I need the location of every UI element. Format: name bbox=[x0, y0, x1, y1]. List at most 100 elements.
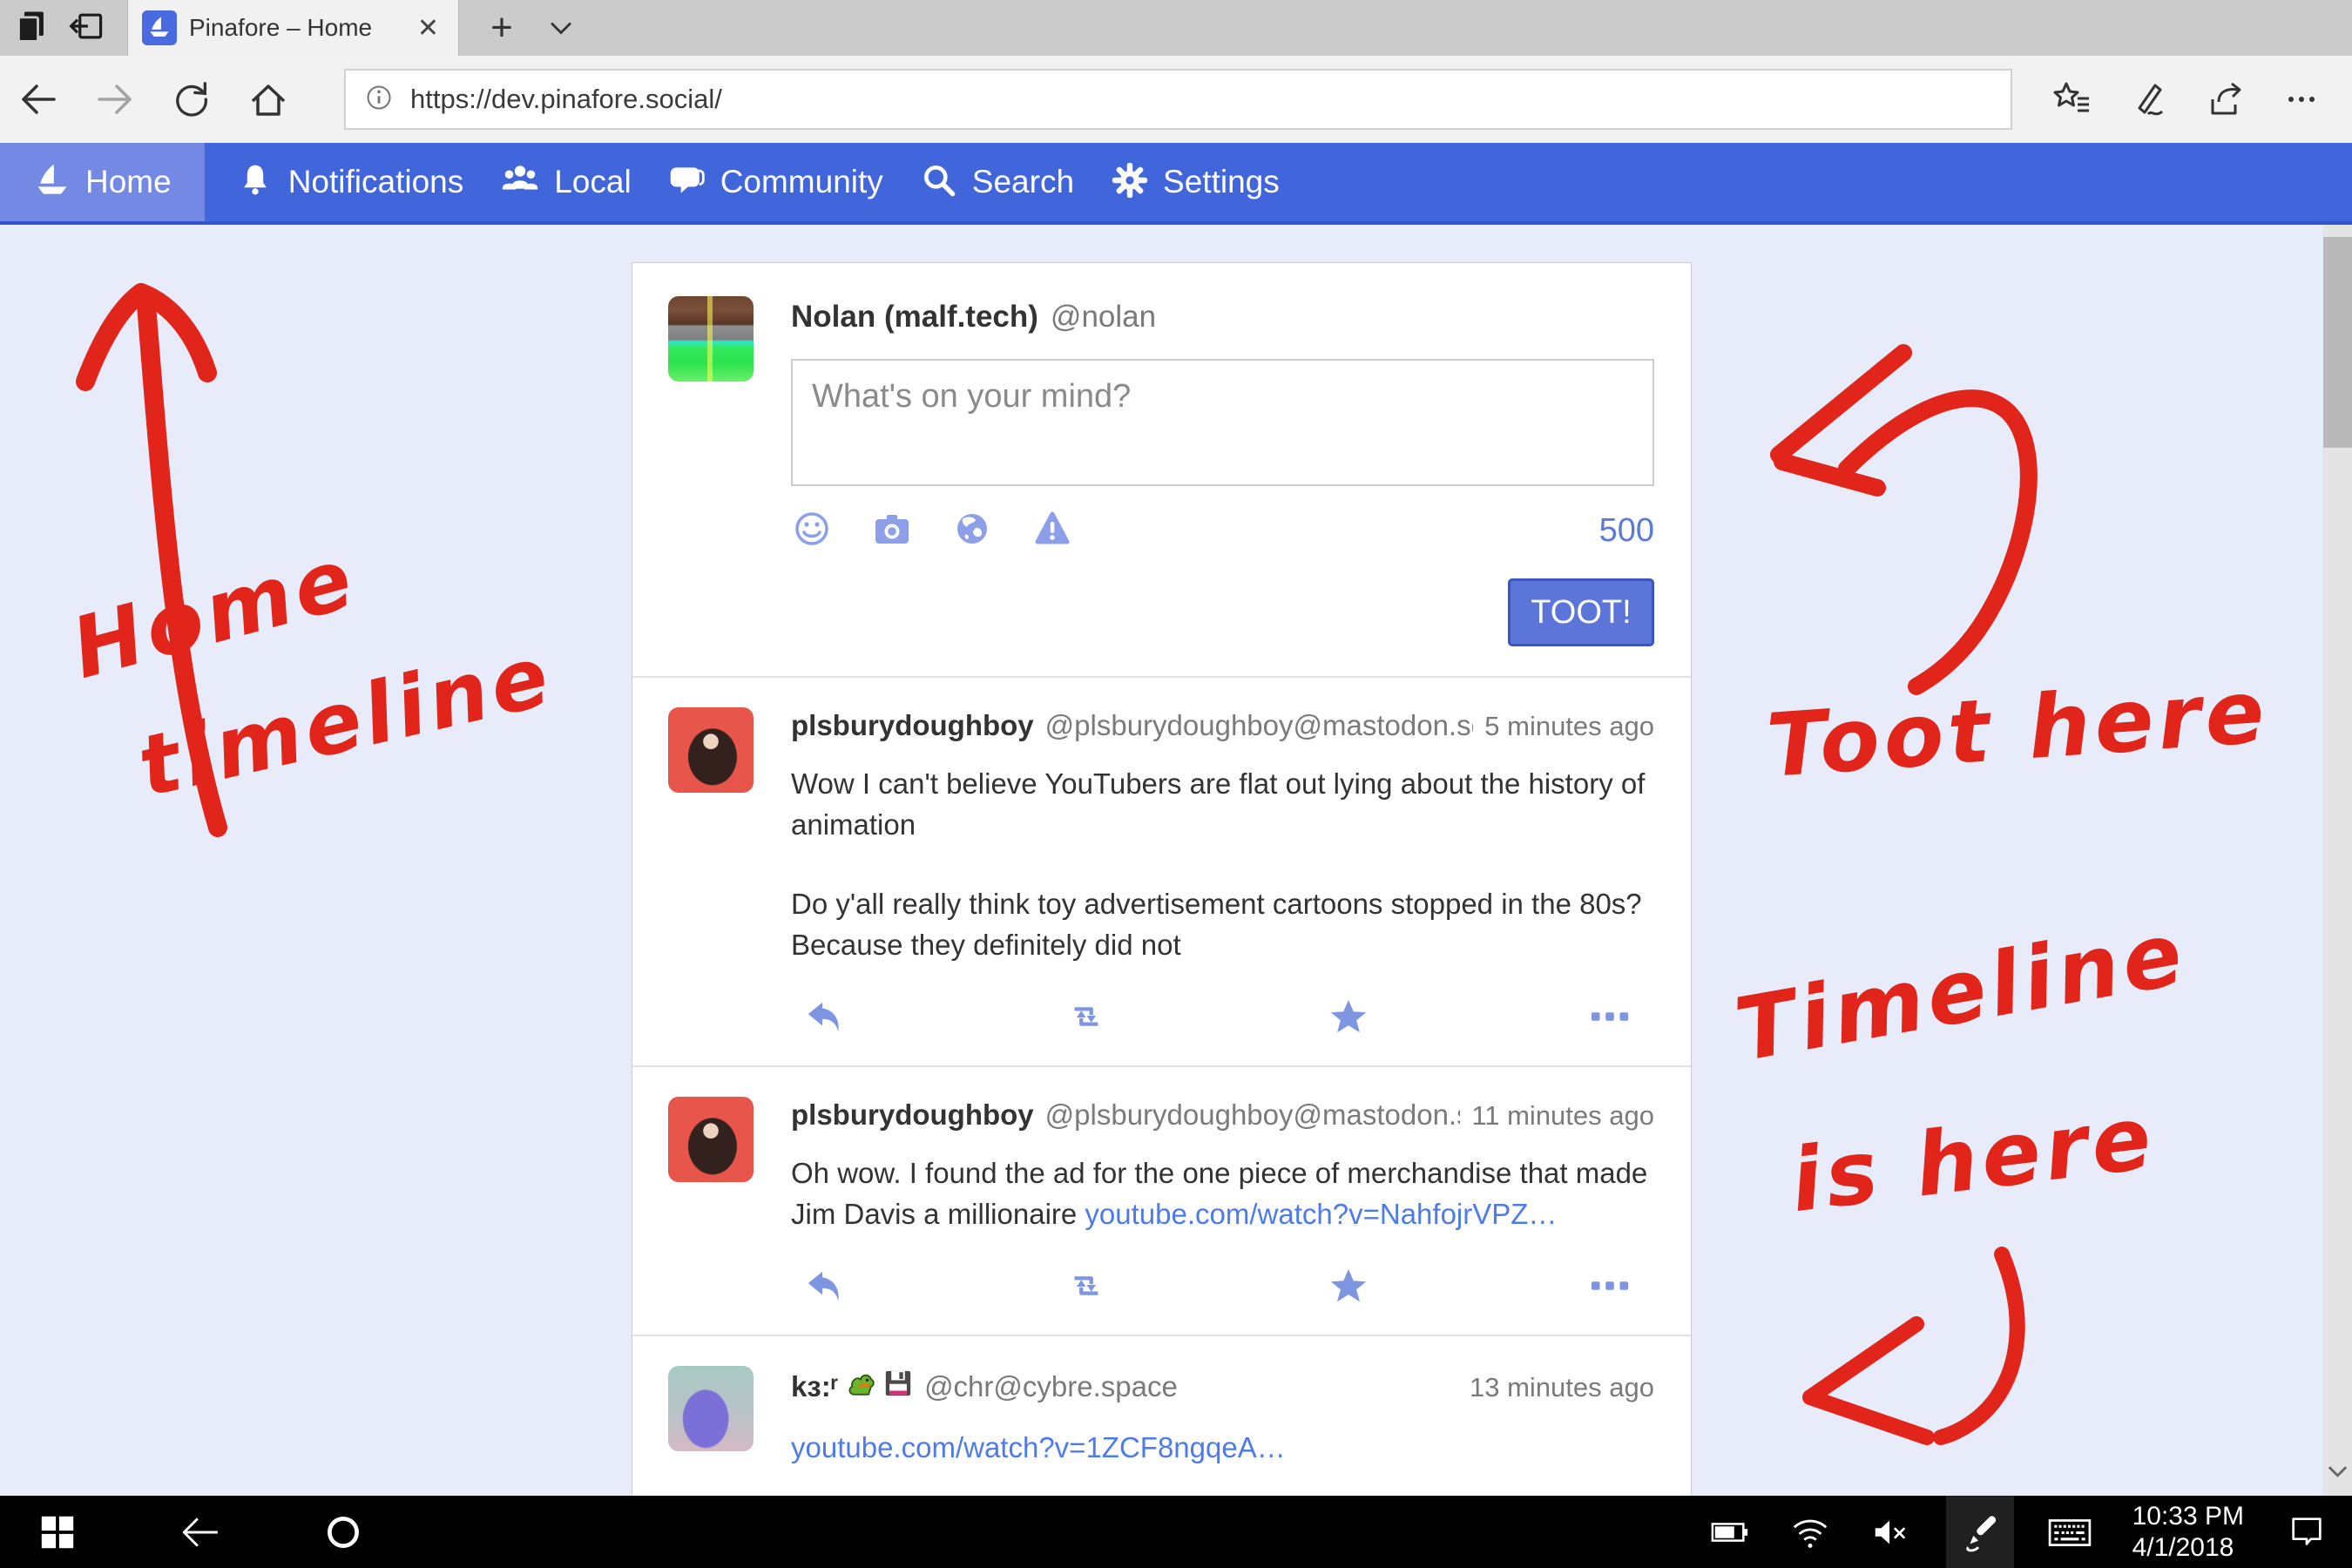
post-paragraph: Wow I can't believe YouTubers are flat o… bbox=[791, 763, 1654, 845]
post-content: Oh wow. I found the ad for the one piece… bbox=[791, 1152, 1654, 1234]
scrollbar-thumb[interactable] bbox=[2323, 237, 2352, 448]
globe-icon[interactable] bbox=[951, 508, 993, 554]
avatar[interactable] bbox=[668, 707, 754, 793]
set-aside-tabs-icon[interactable] bbox=[14, 7, 52, 50]
pinafore-nav: Home Notifications Local Community Searc… bbox=[0, 143, 2352, 225]
post-handle: @plsburydoughboy@mastodon.s… bbox=[1045, 1098, 1461, 1132]
char-counter: 500 bbox=[1599, 512, 1654, 550]
nav-label: Home bbox=[85, 164, 172, 200]
dragon-emoji bbox=[845, 1368, 876, 1406]
web-note-pen-icon[interactable] bbox=[2110, 56, 2186, 143]
compose-handle: @nolan bbox=[1051, 300, 1156, 335]
camera-icon[interactable] bbox=[871, 508, 913, 554]
clock-date: 4/1/2018 bbox=[2132, 1532, 2244, 1564]
tab-close-icon[interactable]: ✕ bbox=[412, 13, 444, 44]
reply-icon[interactable] bbox=[805, 997, 845, 1041]
post-timestamp[interactable]: 5 minutes ago bbox=[1484, 711, 1654, 742]
nav-item-settings[interactable]: Settings bbox=[1105, 143, 1285, 221]
taskbar-back-icon[interactable] bbox=[176, 1496, 225, 1568]
nav-label: Settings bbox=[1163, 164, 1280, 200]
content-warning-icon[interactable] bbox=[1031, 508, 1073, 554]
nav-label: Community bbox=[720, 164, 883, 200]
timeline-column: Nolan (malf.tech) @nolan bbox=[632, 262, 1692, 1496]
timeline-post: plsburydoughboy @plsburydoughboy@mastodo… bbox=[632, 676, 1691, 1065]
favorite-star-icon[interactable] bbox=[1328, 1266, 1369, 1310]
nav-item-local[interactable]: Local bbox=[495, 143, 636, 221]
home-icon[interactable] bbox=[230, 56, 307, 143]
post-paragraph: Oh wow. I found the ad for the one piece… bbox=[791, 1152, 1654, 1234]
nav-item-notifications[interactable]: Notifications bbox=[231, 143, 470, 221]
windows-ink-pen-icon[interactable] bbox=[1946, 1496, 2014, 1568]
timeline-page: Nolan (malf.tech) @nolan bbox=[0, 225, 2352, 1496]
site-info-icon[interactable] bbox=[362, 80, 396, 119]
nav-item-community[interactable]: Community bbox=[663, 143, 889, 221]
bell-icon bbox=[236, 161, 274, 204]
back-icon[interactable] bbox=[0, 56, 77, 143]
more-options-icon[interactable] bbox=[2263, 56, 2340, 143]
favorites-hub-icon[interactable] bbox=[2033, 56, 2110, 143]
post-display-name[interactable]: kз:ʳ bbox=[791, 1368, 913, 1406]
floppy-disk-emoji bbox=[883, 1369, 913, 1405]
post-handle: @chr@cybre.space bbox=[924, 1370, 1178, 1403]
page-scrollbar[interactable] bbox=[2323, 225, 2352, 1496]
volume-muted-icon[interactable] bbox=[1866, 1496, 1915, 1568]
url-input[interactable] bbox=[410, 84, 1995, 115]
scroll-down-icon[interactable] bbox=[2326, 1463, 2349, 1485]
boost-icon[interactable] bbox=[1066, 1266, 1106, 1310]
reply-icon[interactable] bbox=[805, 1266, 845, 1310]
browser-tab[interactable]: Pinafore – Home ✕ bbox=[127, 0, 459, 56]
start-icon[interactable] bbox=[33, 1496, 82, 1568]
search-icon bbox=[920, 161, 958, 204]
emoji-icon[interactable] bbox=[791, 508, 833, 554]
post-display-name[interactable]: plsburydoughboy bbox=[791, 1098, 1034, 1132]
post-display-name[interactable]: plsburydoughboy bbox=[791, 709, 1034, 742]
restore-tabs-icon[interactable] bbox=[68, 7, 106, 50]
post-paragraph: youtube.com/watch?v=1ZCF8ngqeA… bbox=[791, 1427, 1654, 1468]
gear-icon bbox=[1111, 161, 1149, 204]
post-link[interactable]: youtube.com/watch?v=1ZCF8ngqeA… bbox=[791, 1431, 1286, 1463]
nav-label: Notifications bbox=[288, 164, 464, 200]
compose-input[interactable] bbox=[791, 359, 1654, 486]
nav-item-home[interactable]: Home bbox=[0, 143, 205, 221]
clock-time: 10:33 PM bbox=[2132, 1501, 2244, 1532]
wifi-icon[interactable] bbox=[1786, 1496, 1835, 1568]
forward-icon[interactable] bbox=[77, 56, 153, 143]
timeline-post: kз:ʳ @chr@cybre.space 13 minutes ago you… bbox=[632, 1335, 1691, 1496]
windows-taskbar: 10:33 PM 4/1/2018 bbox=[0, 1496, 2352, 1568]
refresh-icon[interactable] bbox=[153, 56, 230, 143]
sailboat-icon bbox=[33, 161, 71, 204]
nav-label: Local bbox=[554, 164, 631, 200]
boost-icon[interactable] bbox=[1066, 997, 1106, 1041]
post-timestamp[interactable]: 11 minutes ago bbox=[1471, 1100, 1654, 1132]
ellipsis-icon[interactable] bbox=[1590, 1004, 1630, 1034]
browser-toolbar bbox=[0, 56, 2352, 143]
address-bar[interactable] bbox=[344, 69, 2012, 130]
pinafore-favicon bbox=[142, 10, 177, 45]
ellipsis-icon[interactable] bbox=[1590, 1273, 1630, 1303]
favorite-star-icon[interactable] bbox=[1328, 997, 1369, 1041]
speech-bubbles-icon bbox=[668, 161, 706, 204]
battery-icon[interactable] bbox=[1706, 1496, 1754, 1568]
nav-item-search[interactable]: Search bbox=[915, 143, 1079, 221]
avatar[interactable] bbox=[668, 1366, 754, 1451]
nav-label: Search bbox=[972, 164, 1074, 200]
people-icon bbox=[500, 160, 540, 205]
touch-keyboard-icon[interactable] bbox=[2045, 1496, 2094, 1568]
compose-display-name[interactable]: Nolan (malf.tech) bbox=[791, 300, 1038, 335]
tab-title: Pinafore – Home bbox=[189, 14, 400, 42]
share-icon[interactable] bbox=[2186, 56, 2263, 143]
post-content: Wow I can't believe YouTubers are flat o… bbox=[791, 763, 1654, 965]
tab-list-chevron-icon[interactable] bbox=[542, 9, 580, 51]
avatar[interactable] bbox=[668, 1097, 754, 1182]
post-timestamp[interactable]: 13 minutes ago bbox=[1470, 1372, 1654, 1403]
post-link[interactable]: youtube.com/watch?v=NahfojrVPZ… bbox=[1085, 1198, 1557, 1230]
action-center-icon[interactable] bbox=[2282, 1496, 2331, 1568]
timeline-post: plsburydoughboy @plsburydoughboy@mastodo… bbox=[632, 1065, 1691, 1335]
browser-titlebar: Pinafore – Home ✕ + bbox=[0, 0, 2352, 56]
post-paragraph: Do y'all really think toy advertisement … bbox=[791, 883, 1654, 965]
new-tab-button[interactable]: + bbox=[477, 5, 526, 51]
avatar[interactable] bbox=[668, 296, 754, 382]
cortana-icon[interactable] bbox=[319, 1496, 368, 1568]
toot-button[interactable]: TOOT! bbox=[1508, 578, 1654, 646]
taskbar-clock[interactable]: 10:33 PM 4/1/2018 bbox=[2126, 1501, 2251, 1564]
